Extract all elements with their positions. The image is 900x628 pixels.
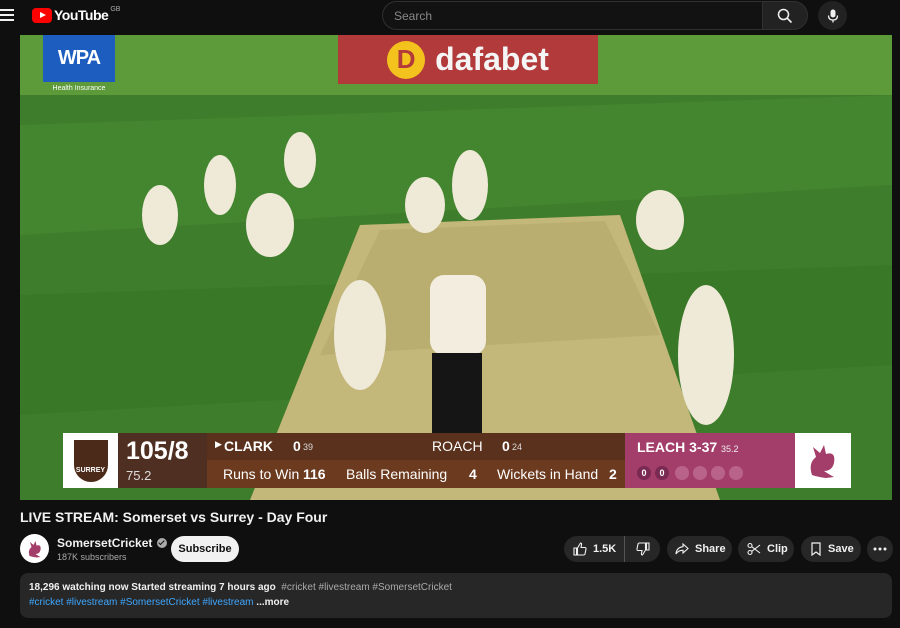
- ball-indicator-5: [711, 466, 725, 480]
- thumbs-up-icon: [573, 542, 587, 556]
- team-score: 105/8 75.2: [118, 433, 207, 488]
- dafabet-advert: D dafabet: [338, 35, 598, 84]
- search-button[interactable]: [762, 1, 808, 30]
- video-title: LIVE STREAM: Somerset vs Surrey - Day Fo…: [20, 509, 328, 525]
- search-icon: [777, 8, 793, 23]
- description-line-1: 18,296 watching now Started streaming 7 …: [29, 582, 452, 593]
- logo-text: YouTube: [54, 7, 109, 23]
- like-count: 1.5K: [593, 543, 617, 555]
- hashtags-top[interactable]: #cricket #livestream #SomersetCricket: [281, 582, 452, 593]
- bowler-figures: 3-37: [689, 439, 718, 455]
- score-runs-wickets: 105/8: [126, 437, 189, 465]
- runs-to-win-label: Runs to Win: [223, 466, 300, 482]
- bowler-name: LEACH: [637, 439, 686, 455]
- wickets-value: 2: [609, 466, 617, 482]
- menu-icon[interactable]: [0, 9, 14, 21]
- somerset-crest: [795, 433, 851, 488]
- batter1-name: CLARK: [224, 438, 273, 454]
- microphone-icon: [827, 9, 838, 22]
- masthead: YouTube GB Search: [0, 0, 900, 32]
- ball-indicator-4: [693, 466, 707, 480]
- batting-panel: ▶ CLARK 0 39 ROACH 0 24 Runs to Win 116 …: [207, 433, 625, 488]
- bookmark-icon: [811, 542, 821, 556]
- video-player[interactable]: WPA Health Insurance D dafabet SURREY 10…: [20, 35, 892, 500]
- wpa-logo: WPA: [43, 35, 115, 82]
- scoreboard: SURREY 105/8 75.2 ▶ CLARK 0 39 ROACH 0 2…: [63, 433, 851, 488]
- batter2-name: ROACH: [432, 438, 483, 454]
- channel-name-text: SomersetCricket: [57, 536, 153, 550]
- wpa-tagline: Health Insurance: [52, 85, 106, 92]
- dafabet-d-icon: D: [387, 40, 426, 79]
- share-button[interactable]: Share: [667, 536, 732, 562]
- balls-remaining-label: Balls Remaining: [346, 466, 448, 482]
- ball-indicator-2: 0: [655, 466, 669, 480]
- more-actions-button[interactable]: [867, 536, 893, 562]
- description-box[interactable]: 18,296 watching now Started streaming 7 …: [20, 573, 892, 618]
- show-more-link[interactable]: ...more: [256, 597, 289, 608]
- channel-name[interactable]: SomersetCricket: [57, 536, 168, 550]
- batter2-runs: 0: [502, 438, 510, 454]
- wyvern-icon: [810, 444, 835, 478]
- like-button[interactable]: 1.5K: [564, 536, 625, 562]
- youtube-logo[interactable]: YouTube GB: [32, 5, 121, 23]
- channel-avatar[interactable]: [20, 534, 49, 563]
- dislike-button[interactable]: [625, 536, 660, 562]
- hashtags[interactable]: #cricket #livestream #SomersetCricket #l…: [29, 597, 254, 608]
- scissors-icon: [747, 542, 761, 556]
- overs: 75.2: [126, 468, 152, 483]
- batter2-balls: 24: [512, 442, 523, 452]
- cricket-field-image: [20, 35, 892, 500]
- wickets-label: Wickets in Hand: [497, 466, 599, 482]
- runs-to-win-value: 116: [303, 466, 326, 482]
- voice-search-button[interactable]: [818, 1, 847, 30]
- on-strike-icon: ▶: [215, 439, 222, 449]
- batter1-runs: 0: [293, 438, 301, 454]
- clip-button[interactable]: Clip: [738, 536, 794, 562]
- wyvern-icon: [28, 540, 41, 557]
- verified-icon: [157, 538, 168, 548]
- more-horizontal-icon: [873, 547, 887, 551]
- bowler-overs: 35.2: [721, 444, 739, 454]
- play-icon: [32, 7, 52, 23]
- subscribe-button[interactable]: Subscribe: [171, 536, 239, 562]
- thumbs-down-icon: [635, 542, 650, 556]
- search-input[interactable]: Search: [382, 1, 763, 30]
- balls-remaining-value: 4: [469, 466, 477, 482]
- ball-indicator-3: [675, 466, 689, 480]
- country-code: GB: [110, 5, 121, 13]
- description-line-2: #cricket #livestream #SomersetCricket #l…: [29, 597, 289, 608]
- dafabet-logo: dafabet: [435, 41, 549, 77]
- batter1-balls: 39: [303, 442, 314, 452]
- surrey-crest: SURREY: [63, 433, 118, 488]
- surrey-shield-icon: SURREY: [73, 439, 108, 482]
- save-label: Save: [828, 543, 854, 555]
- view-stats: 18,296 watching now Started streaming 7 …: [29, 582, 276, 593]
- save-button[interactable]: Save: [801, 536, 861, 562]
- share-label: Share: [695, 543, 726, 555]
- like-dislike-group: 1.5K: [564, 536, 660, 562]
- ball-indicator-6: [729, 466, 743, 480]
- bowler-panel: LEACH 3-37 35.2 0 0: [625, 433, 795, 488]
- share-icon: [675, 543, 689, 555]
- batters-row: ▶ CLARK 0 39 ROACH 0 24: [207, 433, 625, 460]
- bowler-line: LEACH 3-37 35.2: [637, 439, 739, 455]
- subscriber-count: 187K subscribers: [57, 552, 127, 562]
- ball-indicator-1: 0: [637, 466, 651, 480]
- clip-label: Clip: [767, 543, 788, 555]
